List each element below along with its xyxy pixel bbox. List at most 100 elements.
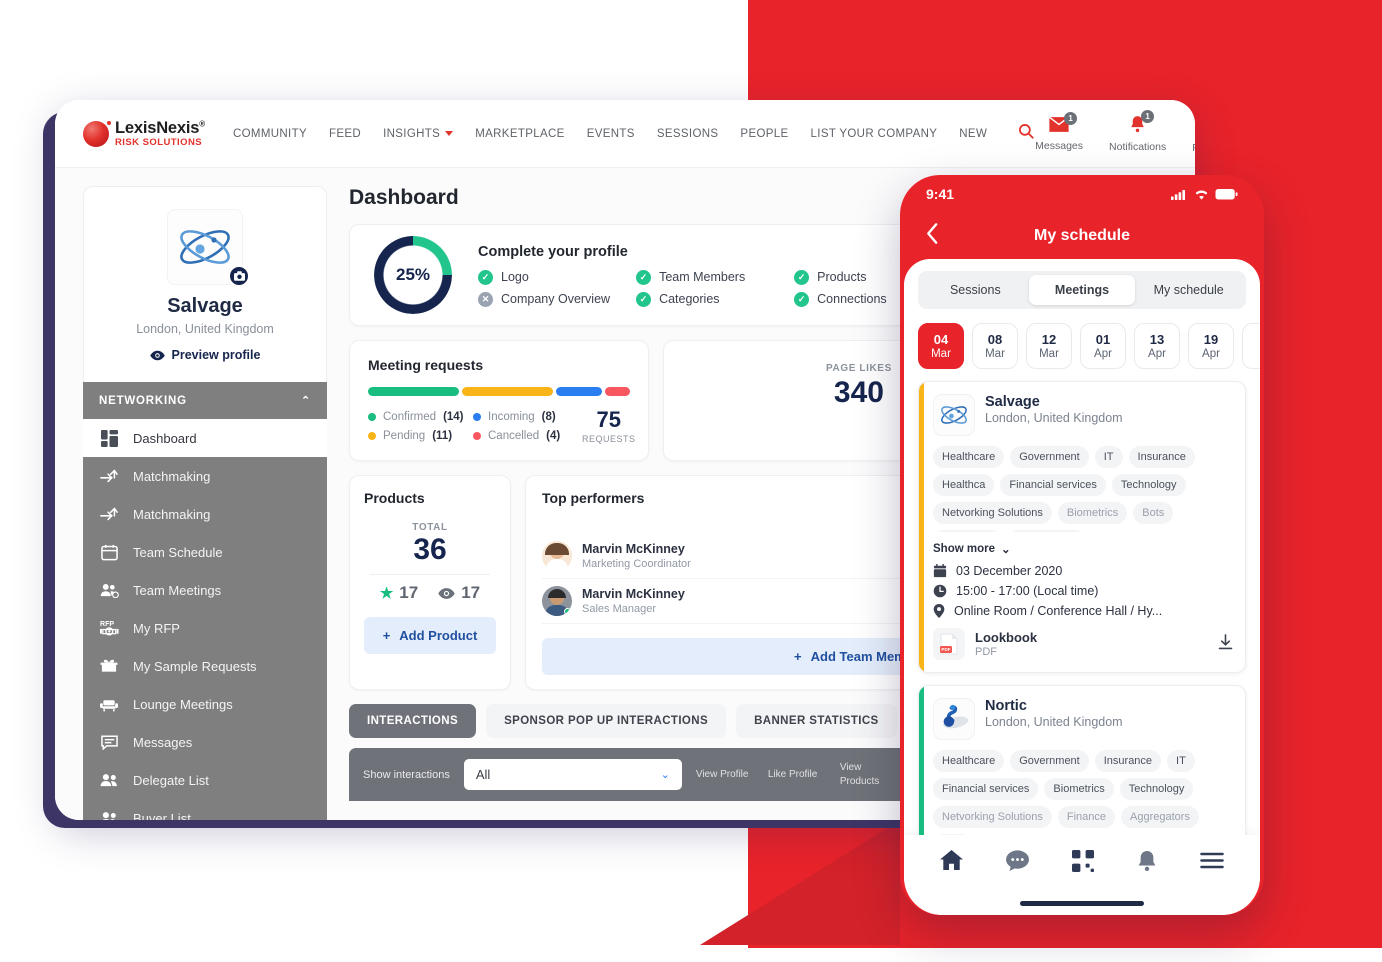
notifications-button[interactable]: 1 Notifications [1109,110,1167,153]
avatar [542,586,572,616]
date-month: A [1243,348,1260,360]
sidebar-item-delegate-list[interactable]: Delegate List [83,761,327,799]
legend-pending: Pending (11) [368,430,473,442]
bell-icon[interactable] [1137,850,1157,877]
sidebar-menu: Dashboard Matchmaking Matchmaking Team S… [83,419,327,820]
nav-link-feed[interactable]: FEED [329,128,361,140]
tab-sponsor-pop-up-interactions[interactable]: SPONSOR POP UP INTERACTIONS [486,704,727,738]
nav-link-community[interactable]: COMMUNITY [233,128,307,140]
sidebar-item-label: Matchmaking [133,506,211,522]
show-more-button[interactable]: Show more ⌄ [933,542,1233,556]
top-performers-title: Top performers [542,490,645,506]
brand-logo[interactable]: LexisNexis® RISK SOLUTIONS [83,118,205,148]
tag: Netvorking Solutions [933,806,1052,828]
sidebar-item-my-rfp[interactable]: RFP My RFP [83,609,327,647]
phone-status-bar: 9:41 [900,175,1264,213]
sidebar-item-team-schedule[interactable]: Team Schedule [83,533,327,571]
notifications-label: Notifications [1109,141,1167,153]
status-stripe [919,686,924,835]
tab-sessions[interactable]: Sessions [922,275,1029,305]
battery-icon [1215,188,1238,199]
tag: IT [1167,750,1195,772]
chat-icon[interactable] [1005,850,1029,876]
messages-label: Messages [1035,139,1084,152]
products-views-value: 17 [461,583,481,602]
date-chip[interactable]: 04 Mar [918,323,964,369]
back-icon[interactable] [926,223,939,250]
top-navigation-bar: LexisNexis® RISK SOLUTIONS COMMUNITY FEE… [55,100,1195,168]
date-chip[interactable]: 2A [1242,323,1260,369]
sidebar-item-lounge-meetings[interactable]: Lounge Meetings [83,685,327,723]
date-chip[interactable]: 12 Mar [1026,323,1072,369]
chevron-up-icon: ⌃ [300,395,311,407]
tab-banner-statistics[interactable]: BANNER STATISTICS [736,704,897,738]
stat-label: PAGE LIKES [826,363,892,374]
sidebar-item-messages[interactable]: Messages [83,723,327,761]
meeting-requests-card: Meeting requests Confirmed (14) Incoming… [349,340,649,461]
menu-icon[interactable] [1200,852,1225,874]
tag-list: Healthcare Government IT Insurance Healt… [933,446,1233,532]
preview-profile-button[interactable]: Preview profile [100,348,310,362]
status-indicators [1171,188,1238,200]
company-location: London, United Kingdom [136,322,274,336]
nav-link-events[interactable]: EVENTS [587,128,635,140]
list-item[interactable]: Nortic London, United Kingdom Healthcare… [918,685,1246,835]
tag: Government [1010,446,1089,468]
checklist-label: Connections [817,292,887,306]
show-interactions-select[interactable]: All ⌄ [463,759,682,790]
messages-button[interactable]: 1 Messages [1035,111,1084,152]
rfp-icon: RFP [99,618,119,638]
add-product-button[interactable]: + Add Product [364,617,496,654]
date-chip[interactable]: 08 Mar [972,323,1018,369]
attachment-row[interactable]: PDF Lookbook PDF [933,628,1233,660]
qr-icon[interactable] [1071,849,1094,877]
status-time: 9:41 [926,186,955,202]
tab-meetings[interactable]: Meetings [1028,275,1136,305]
tag: Technology [1119,778,1194,800]
nav-link-list-your-company[interactable]: LIST YOUR COMPANY [811,128,938,140]
date-chip[interactable]: 01 Apr [1080,323,1126,369]
profile-button[interactable]: Profile ⌄ [1192,113,1195,154]
nav-link-people[interactable]: PEOPLE [740,128,788,140]
nav-link-insights[interactable]: INSIGHTS [383,127,454,140]
nav-link-label: INSIGHTS [383,127,441,140]
tab-interactions[interactable]: INTERACTIONS [349,704,477,738]
search-icon[interactable] [1017,122,1035,145]
phone-screen: Sessions Meetings My schedule 04 Mar 08 Ma… [904,259,1260,915]
download-icon[interactable] [1218,633,1233,655]
nav-link-sessions[interactable]: SESSIONS [657,128,719,140]
meeting-requests-total: 75 REQUESTS [578,409,636,445]
sidebar-item-my-sample-requests[interactable]: My Sample Requests [83,647,327,685]
date-strip[interactable]: 04Mar 08Mar 12Mar 01Apr 13Apr 19Apr 2A [904,309,1260,377]
tag: Healthca [933,474,995,496]
networking-title: NETWORKING [99,394,187,407]
sofa-icon [99,694,119,714]
tag: Government [1010,750,1089,772]
sidebar-item-matchmaking-2[interactable]: Matchmaking [83,495,327,533]
tab-my-schedule[interactable]: My schedule [1135,275,1242,305]
nav-link-new[interactable]: NEW [959,128,987,140]
tag-list: Healthcare Government Insurance IT Finan… [933,750,1233,835]
sidebar-item-label: Team Meetings [133,582,222,598]
bar-segment-pending [462,387,554,396]
date-day: 01 [1095,332,1111,347]
networking-section-header[interactable]: NETWORKING ⌃ [83,382,327,419]
company-logo [933,698,975,740]
company-logo-wrapper [167,209,250,287]
home-icon[interactable] [939,850,963,876]
nav-link-marketplace[interactable]: MARKETPLACE [475,128,564,140]
sidebar-item-team-meetings[interactable]: Team Meetings [83,571,327,609]
performer-name: Marvin McKinney [582,587,685,602]
sidebar-item-buyer-list[interactable]: Buyer List [83,799,327,820]
date-chip[interactable]: 13 Apr [1134,323,1180,369]
date-chip[interactable]: 19 Apr [1188,323,1234,369]
legend-label: Incoming [488,411,535,423]
camera-icon[interactable] [228,265,250,287]
sidebar-item-dashboard[interactable]: Dashboard [83,419,327,457]
list-item[interactable]: Salvage London, United Kingdom Healthcar… [918,381,1246,673]
total-label: REQUESTS [582,434,636,444]
brand-name: LexisNexis [115,118,200,137]
status-stripe [919,382,924,672]
meeting-time: 15:00 - 17:00 (Local time) [956,584,1099,598]
sidebar-item-matchmaking[interactable]: Matchmaking [83,457,327,495]
